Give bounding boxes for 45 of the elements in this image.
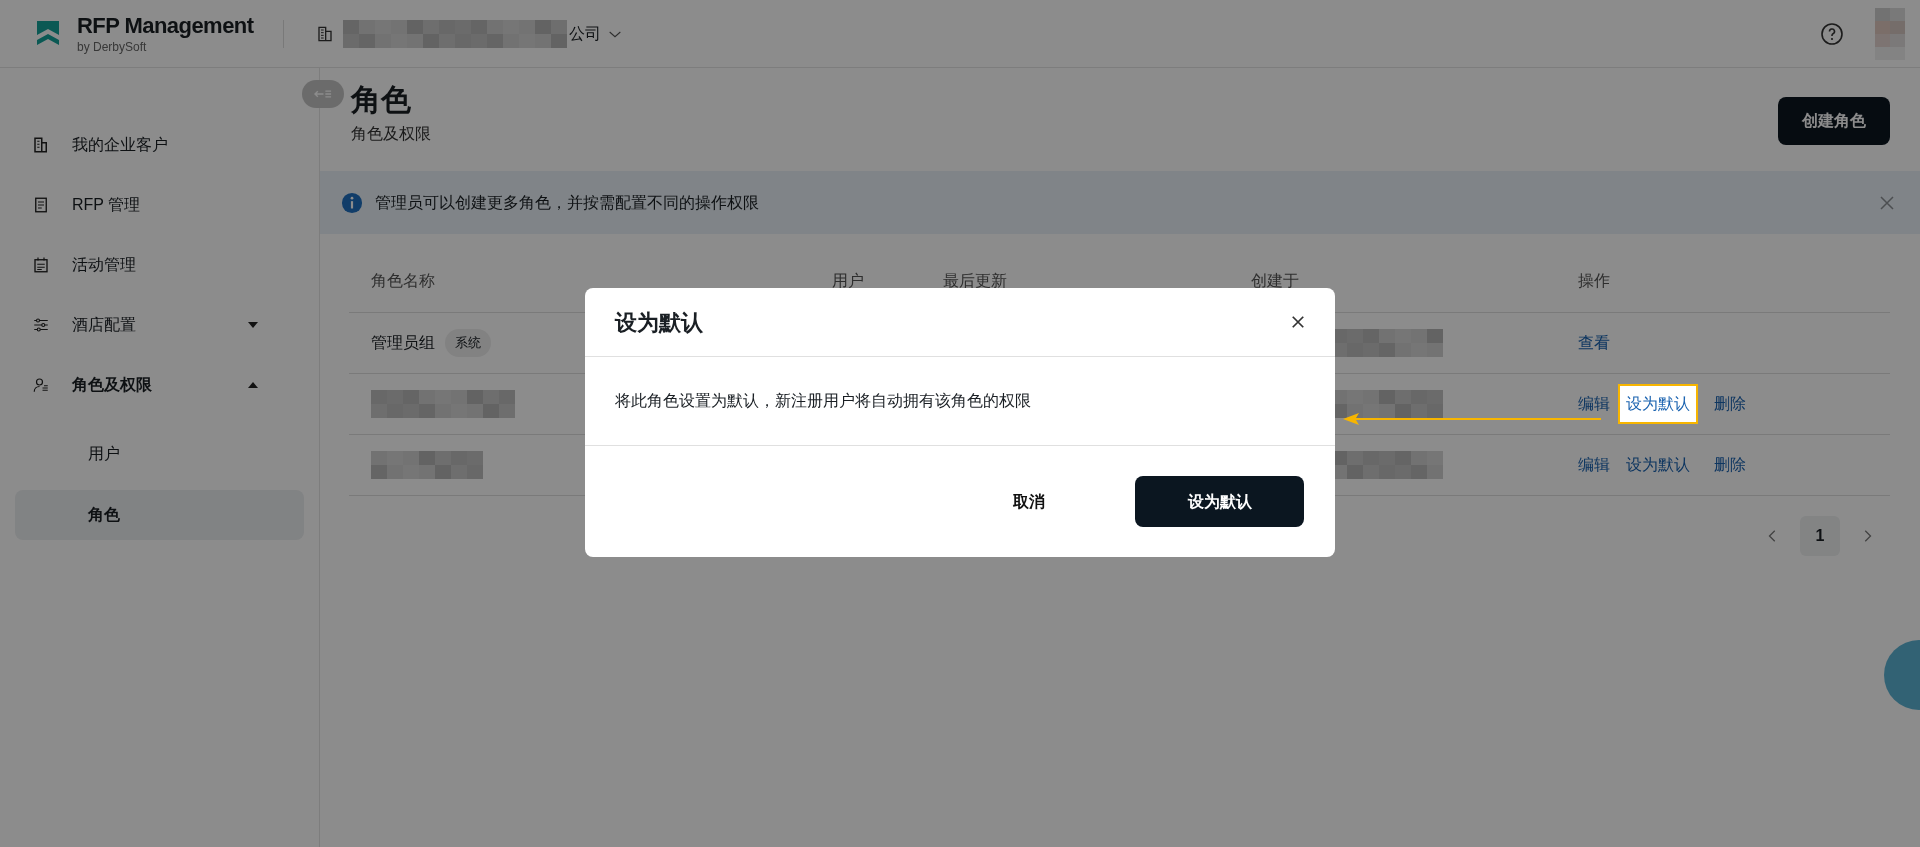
column-header: 用户 xyxy=(831,271,865,291)
info-icon xyxy=(341,191,363,214)
sliders-icon xyxy=(32,316,50,334)
column-header: 操作 xyxy=(1577,271,1611,291)
calendar-icon xyxy=(32,256,50,274)
app-title: RFP Management xyxy=(77,14,254,37)
sidebar-item[interactable]: 活动管理 xyxy=(15,235,304,295)
create-role-button[interactable]: 创建角色 xyxy=(1778,97,1890,145)
document-icon xyxy=(32,196,50,214)
action-link[interactable]: 编辑 xyxy=(1570,445,1618,485)
action-link[interactable]: 设为默认 xyxy=(1618,384,1698,424)
user-list-icon xyxy=(32,376,50,394)
banner-text: 管理员可以创建更多角色，并按需配置不同的操作权限 xyxy=(375,192,760,213)
collapse-icon xyxy=(314,87,332,101)
app-subtitle: by DerbySoft xyxy=(77,40,148,53)
role-name: 管理员组 xyxy=(371,333,435,353)
action-link[interactable]: 删除 xyxy=(1706,445,1754,485)
page-title: 角色 xyxy=(351,82,412,118)
close-icon[interactable] xyxy=(1291,315,1305,329)
action-link[interactable]: 删除 xyxy=(1706,384,1754,424)
sidebar-subitem[interactable]: 角色 xyxy=(15,490,304,540)
help-icon[interactable] xyxy=(1820,21,1844,46)
avatar[interactable] xyxy=(1875,7,1905,60)
action-link[interactable]: 设为默认 xyxy=(1618,445,1698,485)
column-header: 最后更新 xyxy=(942,271,1008,291)
sidebar-item[interactable]: 酒店配置 xyxy=(15,295,304,355)
collapse-sidebar-button[interactable] xyxy=(302,80,344,108)
sidebar-item[interactable]: 我的企业客户 xyxy=(15,115,304,175)
sidebar-item[interactable]: 角色及权限 xyxy=(15,355,304,415)
page-button[interactable]: 1 xyxy=(1800,516,1840,556)
dialog-message: 将此角色设置为默认，新注册用户将自动拥有该角色的权限 xyxy=(615,391,1031,411)
page-subtitle: 角色及权限 xyxy=(351,124,431,144)
company-selector[interactable]: 公司 xyxy=(317,13,623,54)
confirm-button[interactable]: 设为默认 xyxy=(1135,476,1304,527)
dialog-title: 设为默认 xyxy=(615,308,703,337)
action-link[interactable]: 编辑 xyxy=(1570,384,1618,424)
column-header: 创建于 xyxy=(1250,271,1300,291)
action-link[interactable]: 查看 xyxy=(1570,323,1618,363)
sidebar-item[interactable]: RFP 管理 xyxy=(15,175,304,235)
column-header: 角色名称 xyxy=(370,271,436,291)
building-icon xyxy=(317,25,333,42)
system-tag: 系统 xyxy=(445,329,491,357)
sidebar-subitem[interactable]: 用户 xyxy=(15,429,304,479)
building-icon xyxy=(32,136,50,154)
logo-icon xyxy=(35,19,61,48)
